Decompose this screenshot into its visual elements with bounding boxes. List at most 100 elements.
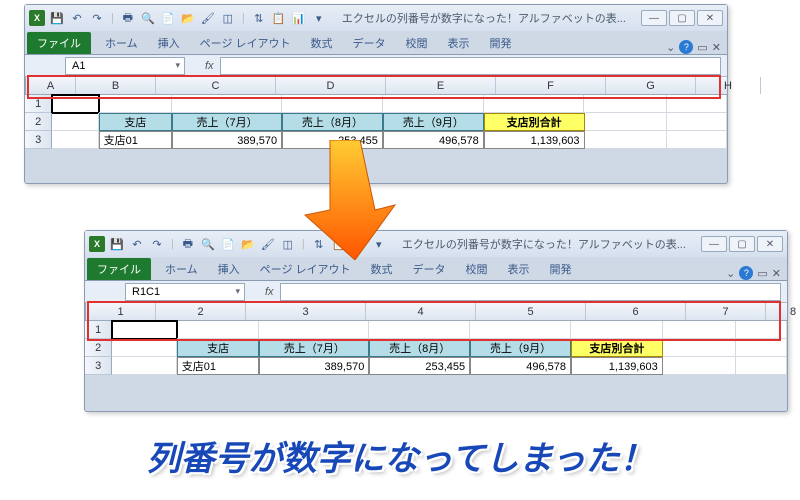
dropdown-icon[interactable]: ▾	[371, 236, 387, 252]
cell[interactable]: 496,578	[470, 357, 571, 375]
cell[interactable]	[112, 339, 176, 357]
chart-icon[interactable]: 📊	[291, 10, 307, 26]
tab-home[interactable]: ホーム	[155, 258, 208, 280]
cell[interactable]: 支店	[177, 339, 260, 357]
row-header[interactable]: 3	[25, 131, 52, 149]
tab-data[interactable]: データ	[403, 258, 456, 280]
help-icon[interactable]: ?	[739, 266, 753, 280]
cell[interactable]: 売上（9月）	[470, 339, 571, 357]
tab-review[interactable]: 校閲	[396, 32, 438, 54]
cell[interactable]	[585, 131, 668, 149]
cell[interactable]	[172, 95, 282, 113]
cell[interactable]: 253,455	[282, 131, 383, 149]
column-header[interactable]: 2	[156, 303, 246, 320]
ribbon-min-icon[interactable]: ⌄	[666, 41, 675, 54]
cell[interactable]: 支店別合計	[484, 113, 585, 131]
formula-input[interactable]	[280, 283, 781, 301]
cell[interactable]: 売上（8月）	[282, 113, 383, 131]
tab-data[interactable]: データ	[343, 32, 396, 54]
open-icon[interactable]: 📂	[180, 10, 196, 26]
minimize-button[interactable]: ―	[701, 236, 727, 252]
copy-icon[interactable]: 📋	[331, 236, 347, 252]
column-header[interactable]: H	[696, 77, 761, 94]
tab-view[interactable]: 表示	[438, 32, 480, 54]
redo-icon[interactable]: ↷	[89, 10, 105, 26]
cell[interactable]: 売上（9月）	[383, 113, 484, 131]
cell[interactable]	[736, 321, 787, 339]
tab-view[interactable]: 表示	[498, 258, 540, 280]
print-icon[interactable]: 🖶	[120, 10, 136, 26]
close-button[interactable]: ✕	[697, 10, 723, 26]
column-header[interactable]: B	[76, 77, 156, 94]
tab-insert[interactable]: 挿入	[208, 258, 250, 280]
cell[interactable]	[663, 339, 736, 357]
brush-icon[interactable]: 🖌	[200, 10, 216, 26]
column-header[interactable]: A	[26, 77, 76, 94]
cell[interactable]: 1,139,603	[571, 357, 663, 375]
cell[interactable]	[52, 131, 98, 149]
brush-icon[interactable]: 🖌	[260, 236, 276, 252]
dropdown-icon[interactable]: ▾	[311, 10, 327, 26]
chart-icon[interactable]: 📊	[351, 236, 367, 252]
cell[interactable]	[667, 113, 727, 131]
column-header[interactable]: G	[606, 77, 696, 94]
cell[interactable]: 1,139,603	[484, 131, 585, 149]
save-icon[interactable]: 💾	[109, 236, 125, 252]
column-header[interactable]: 4	[366, 303, 476, 320]
tab-page-layout[interactable]: ページ レイアウト	[190, 32, 301, 54]
sort-icon[interactable]: ⇅	[311, 236, 327, 252]
cell[interactable]	[667, 95, 727, 113]
tab-file[interactable]: ファイル	[87, 258, 151, 280]
new-icon[interactable]: 📄	[160, 10, 176, 26]
cell[interactable]	[52, 95, 98, 113]
name-box[interactable]: A1	[65, 57, 185, 75]
cell[interactable]	[99, 95, 173, 113]
tab-formulas[interactable]: 数式	[301, 32, 343, 54]
row-header[interactable]: 1	[85, 321, 112, 339]
cell[interactable]: 496,578	[383, 131, 484, 149]
preview-icon[interactable]: 🔍	[140, 10, 156, 26]
open-icon[interactable]: 📂	[240, 236, 256, 252]
column-header[interactable]: F	[496, 77, 606, 94]
cell[interactable]: 253,455	[369, 357, 470, 375]
save-icon[interactable]: 💾	[49, 10, 65, 26]
column-header[interactable]: 5	[476, 303, 586, 320]
tab-developer[interactable]: 開発	[480, 32, 522, 54]
tab-review[interactable]: 校閲	[456, 258, 498, 280]
cell[interactable]: 支店	[99, 113, 173, 131]
cell[interactable]: 支店別合計	[571, 339, 663, 357]
maximize-button[interactable]: ▢	[729, 236, 755, 252]
tab-formulas[interactable]: 数式	[361, 258, 403, 280]
cell[interactable]	[369, 321, 470, 339]
eraser-icon[interactable]: ◫	[220, 10, 236, 26]
redo-icon[interactable]: ↷	[149, 236, 165, 252]
cell[interactable]	[667, 131, 727, 149]
cell[interactable]	[112, 321, 176, 339]
column-header[interactable]: C	[156, 77, 276, 94]
mdi-restore-icon[interactable]: ▭	[697, 41, 707, 54]
cell[interactable]	[663, 321, 737, 339]
minimize-button[interactable]: ―	[641, 10, 667, 26]
name-box[interactable]: R1C1	[125, 283, 245, 301]
row-header[interactable]: 1	[25, 95, 52, 113]
tab-file[interactable]: ファイル	[27, 32, 91, 54]
tab-developer[interactable]: 開発	[540, 258, 582, 280]
ribbon-min-icon[interactable]: ⌄	[726, 267, 735, 280]
mdi-close-icon[interactable]: ✕	[772, 267, 781, 280]
column-header[interactable]: 1	[86, 303, 156, 320]
cell[interactable]	[571, 321, 663, 339]
fx-icon[interactable]: fx	[205, 60, 214, 72]
cell[interactable]	[52, 113, 98, 131]
preview-icon[interactable]: 🔍	[200, 236, 216, 252]
cell[interactable]	[470, 321, 571, 339]
cell[interactable]	[484, 95, 585, 113]
cell[interactable]: 売上（7月）	[259, 339, 369, 357]
cell[interactable]	[383, 95, 484, 113]
cell[interactable]	[259, 321, 369, 339]
mdi-restore-icon[interactable]: ▭	[757, 267, 767, 280]
cell[interactable]: 支店01	[99, 131, 173, 149]
cell[interactable]	[663, 357, 736, 375]
undo-icon[interactable]: ↶	[129, 236, 145, 252]
formula-input[interactable]	[220, 57, 721, 75]
cell[interactable]: 389,570	[172, 131, 282, 149]
